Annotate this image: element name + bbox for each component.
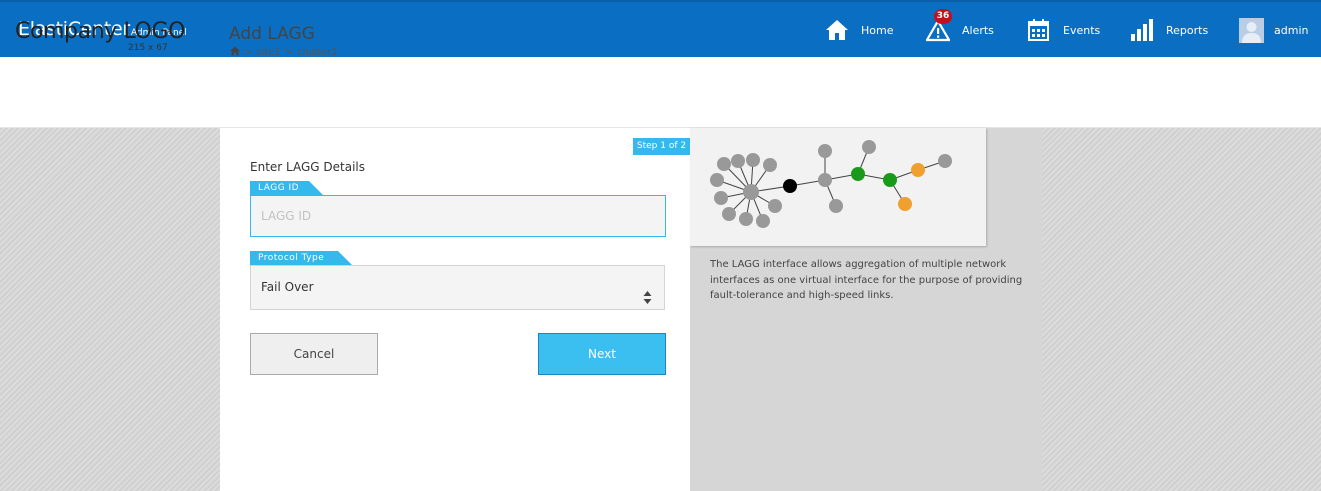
- page-header: [0, 57, 1321, 128]
- bar-chart-icon: [1130, 18, 1154, 42]
- nav-home-label: Home: [861, 23, 894, 37]
- logo-size-label: 215 x 67: [128, 43, 168, 53]
- home-icon: [825, 18, 849, 42]
- lagg-id-label: LAGG ID: [250, 181, 323, 195]
- nav-reports-label: Reports: [1166, 23, 1209, 37]
- breadcrumb-separator: >: [284, 47, 294, 58]
- lagg-description: The LAGG interface allows aggregation of…: [710, 259, 1023, 301]
- form-section-title: Enter LAGG Details: [250, 160, 365, 174]
- nav-events[interactable]: Events: [1027, 14, 1100, 46]
- select-arrows-icon: [643, 280, 652, 304]
- company-logo: Company LOGO: [15, 19, 186, 44]
- network-topology-icon: [710, 140, 952, 228]
- nav-reports[interactable]: Reports: [1130, 14, 1208, 46]
- protocol-type-value: Fail Over: [261, 280, 314, 294]
- page-title: Add LAGG: [229, 24, 315, 44]
- breadcrumb-item-site[interactable]: site1: [256, 47, 280, 58]
- protocol-type-label: Protocol Type: [250, 251, 352, 265]
- next-button[interactable]: Next: [538, 333, 666, 375]
- protocol-type-select[interactable]: Fail Over: [250, 265, 665, 310]
- top-navbar: ElastiCenterAdmin Panel Home Alerts 36 E…: [0, 0, 1321, 57]
- nav-user-menu[interactable]: admin: [1239, 14, 1308, 46]
- lagg-id-input[interactable]: [250, 195, 666, 237]
- breadcrumb-item-cluster[interactable]: cluster1: [297, 47, 337, 58]
- calendar-icon: [1027, 18, 1051, 42]
- background-hatch-left: [0, 128, 220, 491]
- breadcrumb: > site1 > cluster1: [230, 46, 338, 59]
- avatar: [1239, 17, 1264, 43]
- background-hatch-right: [1042, 128, 1321, 491]
- breadcrumb-home-icon[interactable]: [230, 46, 240, 59]
- lagg-diagram: [690, 128, 986, 246]
- nav-home[interactable]: Home: [825, 14, 893, 46]
- alerts-count-badge: 36: [934, 9, 952, 24]
- nav-user-label: admin: [1274, 23, 1309, 37]
- nav-events-label: Events: [1063, 23, 1101, 37]
- breadcrumb-separator: >: [244, 47, 253, 58]
- nav-alerts-label: Alerts: [962, 23, 994, 37]
- cancel-button[interactable]: Cancel: [250, 333, 378, 375]
- step-indicator: Step 1 of 2: [633, 138, 690, 155]
